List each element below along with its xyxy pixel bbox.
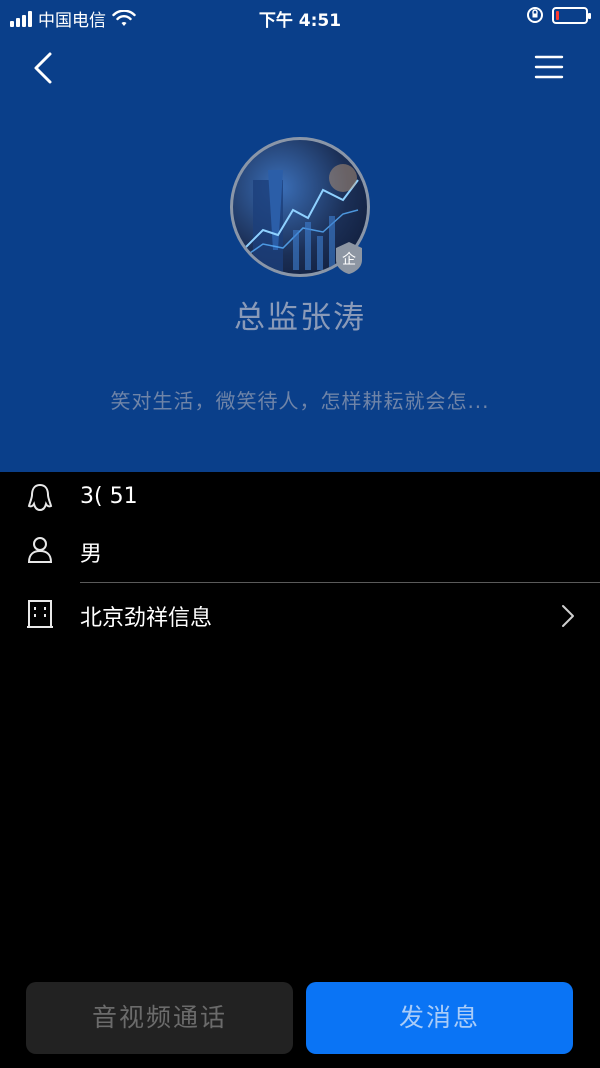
company-name: 北京劲祥信息 [80,606,213,631]
status-bar: 中国电信 下午 4:51 [0,0,600,34]
qq-number: 3( 51 [80,484,138,509]
gender-row: 男 [0,532,600,572]
back-arrow-icon[interactable] [28,50,60,86]
avatar-container[interactable]: 企 [230,137,370,277]
av-call-button[interactable]: 音视频通话 [26,982,293,1054]
divider [80,582,600,583]
gender-value: 男 [80,542,103,567]
profile-name: 总监张涛 [234,300,366,336]
profile-header: 中国电信 下午 4:51 企 总监张涛 笑对生活，微笑待人，怎样耕耘就会怎... [0,0,600,472]
building-icon [27,600,53,628]
company-row[interactable]: 北京劲祥信息 [0,596,600,636]
badge-label: 企 [342,251,356,268]
enterprise-badge-icon: 企 [336,242,362,274]
person-icon [27,537,53,563]
rotation-lock-icon [527,7,543,23]
qq-row: 3( 51 [0,478,600,522]
status-time: 下午 4:51 [258,11,342,31]
battery-icon [552,6,591,24]
menu-icon[interactable] [534,52,564,82]
penguin-icon [27,483,53,512]
chevron-right-icon[interactable] [558,603,578,629]
profile-motto: 笑对生活，微笑待人，怎样耕耘就会怎... [110,389,490,413]
send-message-button[interactable]: 发消息 [306,982,573,1054]
